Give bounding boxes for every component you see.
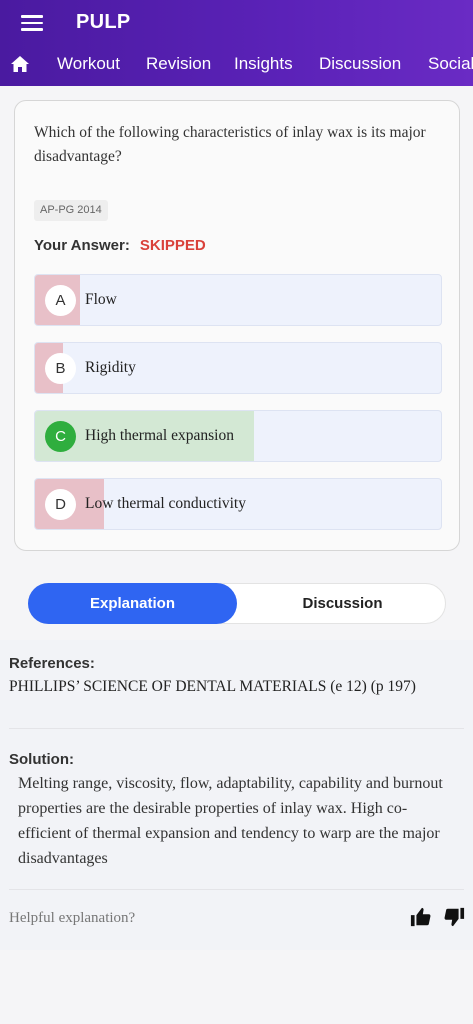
tab-discussion[interactable]: Discussion (319, 54, 401, 74)
your-answer: Your Answer: SKIPPED (34, 237, 206, 254)
divider (9, 889, 464, 890)
option-b[interactable]: B Rigidity (34, 342, 442, 394)
app-bar: PULP Workout Revision Insights Discussio… (0, 0, 473, 86)
option-b-text: Rigidity (85, 359, 136, 376)
option-a-letter: A (45, 285, 76, 316)
home-icon[interactable] (10, 55, 30, 73)
answer-status: SKIPPED (139, 237, 206, 254)
tab-revision[interactable]: Revision (146, 54, 211, 74)
question-card: Which of the following characteristics o… (14, 100, 460, 551)
option-c-letter: C (45, 421, 76, 452)
option-d-text: Low thermal conductivity (85, 495, 246, 512)
explanation-discussion-toggle: Explanation Discussion (28, 583, 446, 624)
answer-label: Your Answer: (34, 237, 130, 254)
nav-tabs: Workout Revision Insights Discussion Soc… (0, 44, 473, 86)
divider (9, 728, 464, 729)
option-d-letter: D (45, 489, 76, 520)
thumbs-up-icon[interactable] (410, 906, 432, 928)
option-c[interactable]: C High thermal expansion (34, 410, 442, 462)
helpful-prompt: Helpful explanation? (9, 910, 136, 926)
menu-icon[interactable] (21, 15, 43, 31)
solution-title: Solution: (9, 751, 74, 768)
tab-insights[interactable]: Insights (234, 54, 293, 74)
solution-text: Melting range, viscosity, flow, adaptabi… (18, 775, 443, 867)
option-b-letter: B (45, 353, 76, 384)
option-d[interactable]: D Low thermal conductivity (34, 478, 442, 530)
tab-workout[interactable]: Workout (57, 54, 120, 74)
question-text: Which of the following characteristics o… (34, 124, 426, 165)
discussion-tab[interactable]: Discussion (238, 583, 447, 624)
option-a-text: Flow (85, 291, 117, 308)
option-a[interactable]: A Flow (34, 274, 442, 326)
references-text: PHILLIPS’ SCIENCE OF DENTAL MATERIALS (e… (9, 678, 416, 695)
tab-social[interactable]: Social (428, 54, 473, 74)
exam-tag: AP-PG 2014 (34, 200, 108, 221)
option-c-text: High thermal expansion (85, 427, 234, 444)
app-bar-top: PULP (0, 0, 473, 44)
app-title: PULP (76, 11, 131, 33)
explanation-tab[interactable]: Explanation (28, 583, 237, 624)
references-title: References: (9, 655, 95, 672)
thumbs-down-icon[interactable] (443, 906, 465, 928)
